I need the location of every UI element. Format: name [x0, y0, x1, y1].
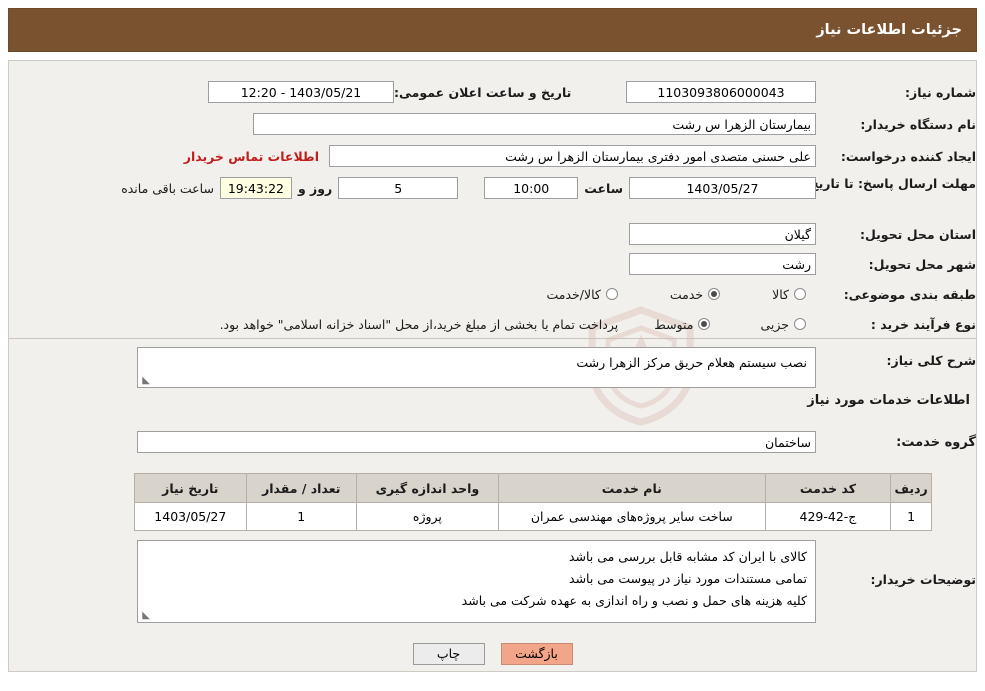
service-group-field[interactable]: ساختمان	[137, 431, 816, 453]
buyer-contact-link[interactable]: اطلاعات تماس خریدار	[184, 149, 329, 164]
province-field[interactable]: گیلان	[629, 223, 816, 245]
cell-quantity: 1	[245, 502, 357, 531]
purchase-type-option-motevaset[interactable]: متوسط	[654, 316, 711, 332]
category-option-kala-khedmat-label: کالا/خدمت	[546, 286, 601, 302]
announce-datetime-field[interactable]: 1403/05/21 - 12:20	[208, 81, 394, 103]
print-button[interactable]: چاپ	[412, 643, 485, 665]
table-header-row: ردیف کد خدمت نام خدمت واحد اندازه گیری ت…	[134, 473, 932, 503]
radio-icon[interactable]	[708, 288, 721, 300]
cell-service-code: ج-42-429	[764, 502, 892, 531]
services-section-title: اطلاعات خدمات مورد نیاز	[807, 393, 970, 408]
deadline-remaining-label: ساعت باقی مانده	[121, 180, 214, 196]
buyer-notes-line-2: تمامی مستندات مورد نیاز در پیوست می باشد	[569, 571, 807, 586]
action-buttons: بازگشت چاپ	[0, 643, 985, 665]
category-option-kala-khedmat[interactable]: کالا/خدمت	[546, 286, 618, 302]
buyer-notes-textarea[interactable]: کالای با ایران کد مشابه قابل بررسی می با…	[137, 540, 816, 623]
announce-datetime-label: تاریخ و ساعت اعلان عمومی:	[394, 84, 572, 100]
col-row-no: ردیف	[890, 473, 932, 503]
page-header: جزئیات اطلاعات نیاز	[8, 8, 977, 52]
radio-icon[interactable]	[605, 288, 618, 300]
deadline-label: مهلت ارسال پاسخ: تا تاریخ:	[804, 176, 976, 191]
requester-field[interactable]: علی حسنی متصدی امور دفتری بیمارستان الزه…	[329, 145, 816, 167]
page-title: جزئیات اطلاعات نیاز	[816, 22, 962, 38]
cell-need-date: 1403/05/27	[134, 502, 247, 531]
service-group-label: گروه خدمت:	[896, 434, 976, 450]
services-table-wrapper: ردیف کد خدمت نام خدمت واحد اندازه گیری ت…	[134, 473, 932, 531]
purchase-type-option-jozi-label: جزیی	[760, 316, 789, 332]
cell-unit: پروژه	[355, 502, 499, 531]
col-service-code: کد خدمت	[764, 473, 892, 503]
need-number-label: شماره نیاز:	[905, 84, 976, 100]
col-need-date: تاریخ نیاز	[134, 473, 247, 503]
summary-value: نصب سیستم هعلام حریق مرکز الزهرا رشت	[576, 355, 807, 370]
buyer-org-label: نام دستگاه خریدار:	[860, 116, 976, 132]
city-field[interactable]: رشت	[629, 253, 816, 275]
need-number-field[interactable]: 1103093806000043	[626, 81, 816, 103]
radio-icon[interactable]	[794, 318, 806, 330]
col-service-name: نام خدمت	[497, 473, 766, 503]
purchase-type-option-motevaset-label: متوسط	[654, 316, 694, 332]
deadline-countdown-field: 19:43:22	[219, 177, 292, 199]
purchase-type-option-jozi[interactable]: جزیی	[760, 317, 806, 332]
city-label: شهر محل تحویل:	[868, 256, 976, 272]
deadline-date-field[interactable]: 1403/05/27	[629, 177, 816, 199]
buyer-org-field[interactable]: بیمارستان الزهرا س رشت	[253, 113, 816, 135]
deadline-days-label: روز و	[297, 180, 333, 196]
buyer-notes-line-3: کلیه هزینه های حمل و نصب و راه اندازی به…	[461, 593, 807, 608]
category-option-khedmat-label: خدمت	[669, 286, 704, 302]
requester-label: ایجاد کننده درخواست:	[840, 148, 976, 164]
purchase-type-note: پرداخت تمام یا بخشی از مبلغ خرید،از محل …	[219, 316, 619, 332]
resize-handle-icon[interactable]: ◣	[140, 611, 150, 621]
col-unit: واحد اندازه گیری	[355, 473, 499, 503]
province-label: استان محل تحویل:	[859, 226, 976, 242]
back-button[interactable]: بازگشت	[500, 643, 573, 665]
deadline-hour-label: ساعت	[584, 180, 623, 196]
table-row: 1 ج-42-429 ساخت سایر پروژه‌های مهندسی عم…	[134, 502, 932, 531]
cell-row-no: 1	[890, 502, 932, 531]
details-panel: AnaTender.net شماره نیاز: 11030938060000…	[8, 60, 977, 672]
radio-icon[interactable]	[698, 318, 711, 330]
category-option-kala-label: کالا	[772, 286, 789, 302]
summary-label: شرح کلی نیاز:	[886, 353, 976, 368]
category-label: طبقه بندی موضوعی:	[843, 286, 976, 302]
purchase-type-label: نوع فرآیند خرید :	[870, 316, 976, 332]
buyer-notes-label: توضیحات خریدار:	[870, 572, 976, 587]
col-quantity: تعداد / مقدار	[245, 473, 357, 503]
buyer-notes-line-1: کالای با ایران کد مشابه قابل بررسی می با…	[568, 549, 807, 564]
summary-textarea[interactable]: نصب سیستم هعلام حریق مرکز الزهرا رشت ◣	[137, 347, 816, 388]
deadline-hour-field[interactable]: 10:00	[484, 177, 579, 199]
section-divider	[9, 338, 976, 339]
category-option-kala[interactable]: کالا	[772, 287, 806, 302]
services-table: ردیف کد خدمت نام خدمت واحد اندازه گیری ت…	[134, 473, 932, 531]
radio-icon[interactable]	[794, 288, 806, 300]
deadline-days-field[interactable]: 5	[338, 177, 459, 199]
category-option-khedmat[interactable]: خدمت	[669, 286, 721, 302]
page-root: جزئیات اطلاعات نیاز AnaTender.net شماره …	[0, 0, 985, 691]
resize-handle-icon[interactable]: ◣	[140, 376, 150, 386]
cell-service-name: ساخت سایر پروژه‌های مهندسی عمران	[497, 502, 766, 531]
